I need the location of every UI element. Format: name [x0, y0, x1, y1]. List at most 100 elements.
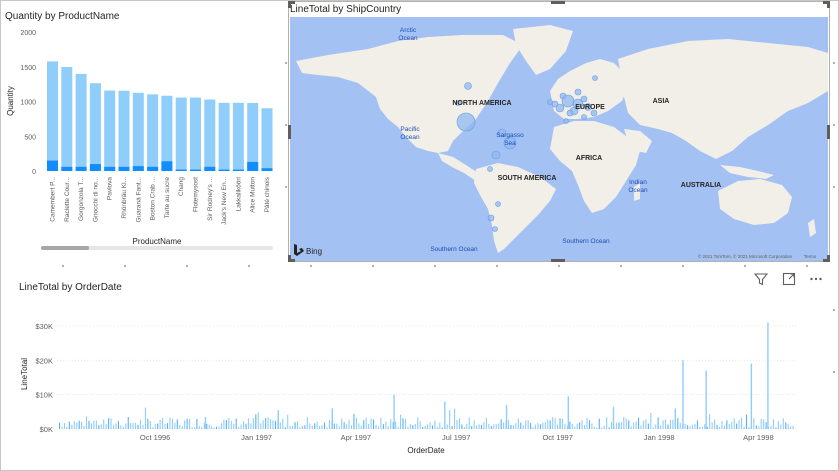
- map-bubble[interactable]: [456, 112, 476, 132]
- order-bar: [588, 420, 591, 429]
- order-bar: [355, 417, 357, 429]
- linetotal-by-country-visual[interactable]: LineTotal by ShipCountry Arctic Ocean Pa…: [288, 1, 832, 263]
- map-bubble[interactable]: [566, 109, 574, 117]
- resize-handle[interactable]: [551, 259, 565, 262]
- order-bar: [633, 422, 635, 429]
- order-bar: [770, 425, 772, 429]
- order-bar: [154, 423, 156, 429]
- order-bar: [402, 418, 404, 429]
- bar: [104, 90, 116, 171]
- order-bar: [608, 427, 610, 429]
- resize-handle[interactable]: [288, 255, 295, 262]
- order-bar: [657, 417, 659, 429]
- y-axis-title: LineTotal: [20, 358, 29, 390]
- order-bar: [664, 419, 667, 429]
- world-map[interactable]: Arctic Ocean Pacific Ocean Sargasso Sea …: [288, 1, 832, 263]
- order-bar: [181, 426, 183, 429]
- order-bar: [262, 420, 264, 429]
- peak-bar: [682, 360, 684, 429]
- order-bar: [512, 424, 514, 429]
- linetotal-chart: $30K $20K $10K $0K Oct 1996 Jan 1997 Apr 1997 J…: [20, 322, 797, 455]
- order-bar: [380, 417, 382, 429]
- quantity-by-product-visual[interactable]: Quantity by ProductName 2000 1500 1000 500 0…: [1, 1, 286, 263]
- order-bar: [755, 425, 757, 429]
- map-bubble[interactable]: [574, 88, 582, 96]
- resize-handle[interactable]: [288, 1, 295, 8]
- bar: [47, 61, 58, 171]
- order-bar: [473, 420, 475, 429]
- map-bubble[interactable]: [487, 214, 495, 222]
- resize-handle[interactable]: [827, 125, 830, 139]
- map-bubble[interactable]: [561, 94, 575, 108]
- order-bar: [319, 425, 321, 429]
- bar-highlight: [232, 169, 244, 171]
- linetotal-by-orderdate-visual[interactable]: LineTotal by OrderDate $30K $20K $10K $0K Oc…: [1, 269, 837, 469]
- bar-highlight: [161, 161, 173, 171]
- map-bubble[interactable]: [555, 103, 565, 113]
- x-tick-label: Oct 1997: [542, 433, 572, 442]
- map-bubble[interactable]: [491, 150, 501, 160]
- order-bar: [753, 418, 755, 429]
- order-bar: [652, 427, 654, 429]
- order-bar: [436, 426, 438, 429]
- map-bubble[interactable]: [487, 166, 493, 172]
- order-bar: [480, 424, 483, 429]
- order-bar: [576, 423, 578, 429]
- order-bar: [390, 419, 392, 429]
- x-tick-label: Sir Rodney's ...: [207, 177, 214, 221]
- map-bubble[interactable]: [581, 114, 587, 120]
- bar-highlight: [47, 160, 58, 171]
- bar: [190, 97, 201, 171]
- order-bar: [76, 422, 78, 429]
- order-bar: [704, 424, 706, 429]
- order-bar: [515, 423, 517, 429]
- map-bubble[interactable]: [495, 201, 501, 207]
- map-bubble[interactable]: [563, 118, 569, 124]
- bar: [89, 83, 101, 171]
- order-bar: [537, 422, 539, 429]
- order-bar: [255, 414, 257, 429]
- order-bar: [422, 427, 424, 429]
- horizontal-scrollbar-track[interactable]: [41, 246, 273, 250]
- order-bar: [451, 425, 453, 429]
- order-bar: [63, 423, 66, 429]
- order-bar: [498, 423, 500, 429]
- order-bar: [431, 425, 434, 429]
- order-bar: [731, 421, 733, 429]
- resize-handle[interactable]: [823, 1, 830, 8]
- x-tick-label: Gorgonzola T...: [78, 177, 85, 221]
- order-bar: [606, 417, 608, 429]
- order-bar: [294, 422, 296, 429]
- europe-label: EUROPE: [575, 104, 605, 111]
- order-bar: [247, 418, 250, 429]
- order-bar: [500, 419, 502, 429]
- order-bar: [493, 424, 495, 429]
- map-bubble[interactable]: [592, 75, 598, 81]
- order-bar: [130, 423, 132, 429]
- order-bar: [574, 426, 576, 429]
- grid-dot: [186, 265, 188, 267]
- scrollbar-thumb[interactable]: [41, 246, 89, 250]
- order-bar: [203, 422, 205, 429]
- x-tick-label: Camembert P...: [50, 177, 57, 222]
- resize-handle[interactable]: [551, 1, 565, 4]
- order-bar: [95, 420, 97, 429]
- map-terms-link[interactable]: Terms: [804, 254, 817, 259]
- map-bubble[interactable]: [580, 95, 588, 103]
- order-bar: [125, 423, 127, 429]
- order-bar: [122, 426, 124, 429]
- order-bar: [370, 418, 372, 429]
- asia-label: ASIA: [653, 98, 670, 105]
- order-bar: [463, 426, 465, 429]
- order-bar: [601, 427, 603, 429]
- order-bar: [645, 419, 647, 429]
- order-bar: [164, 423, 166, 429]
- order-bar: [745, 414, 748, 429]
- order-bar: [603, 425, 605, 429]
- resize-handle[interactable]: [823, 255, 830, 262]
- resize-handle[interactable]: [288, 125, 291, 139]
- map-bubble[interactable]: [464, 82, 472, 90]
- map-bubble[interactable]: [492, 226, 498, 232]
- order-bar: [532, 426, 534, 429]
- y-tick-label: 2000: [20, 30, 36, 37]
